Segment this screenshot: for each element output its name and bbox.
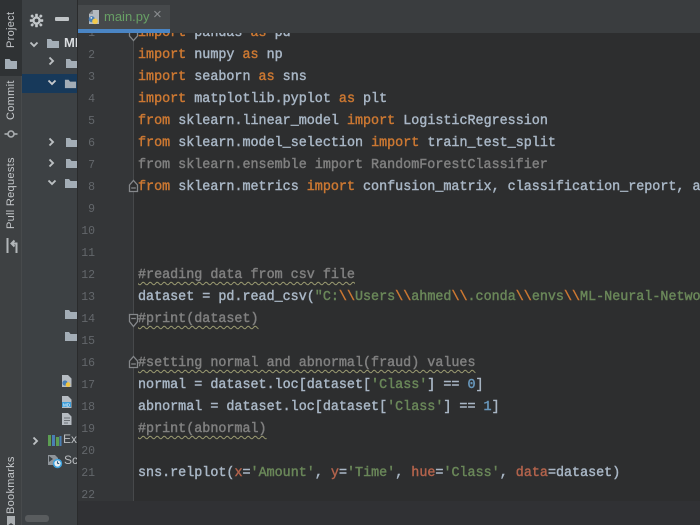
svg-text:MD: MD bbox=[63, 402, 71, 407]
